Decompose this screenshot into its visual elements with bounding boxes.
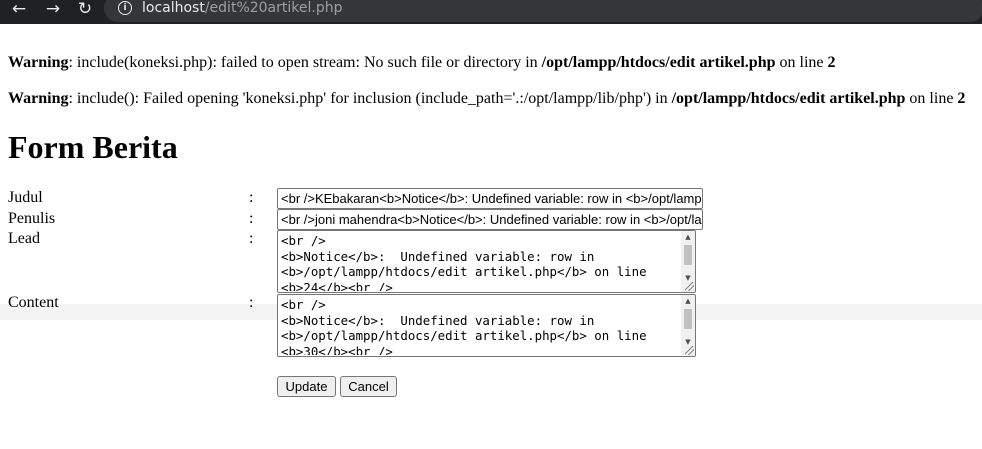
penulis-label: Penulis	[8, 210, 56, 227]
content-separator: :	[249, 294, 254, 311]
php-warning: Warning: include(): Failed opening 'kone…	[8, 90, 965, 108]
scroll-up-icon[interactable]: ▲	[681, 231, 695, 243]
warning-label: Warning	[8, 54, 69, 71]
arrow-left-icon[interactable]: ←	[8, 0, 30, 20]
browser-toolbar: ← → ↻ i localhost/edit%20artikel.php	[0, 0, 982, 24]
content-textarea[interactable]: <br /> <b>Notice</b>: Undefined variable…	[277, 294, 696, 357]
update-button[interactable]: Update	[277, 376, 336, 397]
judul-input[interactable]: <br />KEbakaran<b>Notice</b>: Undefined …	[277, 188, 703, 209]
warning-label: Warning	[8, 90, 69, 107]
warning-line: 2	[957, 90, 966, 107]
penulis-input[interactable]: <br />joni mahendra<b>Notice</b>: Undefi…	[277, 209, 703, 230]
lead-textarea[interactable]: <br /> <b>Notice</b>: Undefined variable…	[277, 230, 696, 293]
page-title: Form Berita	[8, 129, 178, 165]
url-path: /edit%20artikel.php	[204, 0, 343, 16]
warning-message: : include(): Failed opening 'koneksi.php…	[68, 90, 672, 107]
url-text[interactable]: localhost/edit%20artikel.php	[142, 0, 342, 16]
info-icon[interactable]: i	[118, 1, 132, 15]
resize-grip-icon[interactable]	[685, 282, 694, 291]
address-bar[interactable]: i localhost/edit%20artikel.php	[104, 0, 982, 22]
php-warning: Warning: include(koneksi.php): failed to…	[8, 54, 836, 72]
lead-separator: :	[249, 230, 254, 247]
scroll-thumb[interactable]	[684, 309, 692, 329]
warning-message: : include(koneksi.php): failed to open s…	[68, 54, 542, 71]
resize-grip-icon[interactable]	[685, 346, 694, 355]
scroll-thumb[interactable]	[684, 245, 692, 265]
judul-separator: :	[249, 189, 254, 206]
reload-icon[interactable]: ↻	[74, 0, 96, 20]
warning-file: /opt/lampp/htdocs/edit artikel.php	[671, 90, 906, 107]
lead-text: <br /> <b>Notice</b>: Undefined variable…	[281, 233, 647, 291]
warning-line: 2	[827, 54, 836, 71]
warning-line-text: on line	[775, 54, 828, 71]
scroll-up-icon[interactable]: ▲	[681, 295, 695, 307]
lead-label: Lead	[8, 230, 40, 247]
cancel-button[interactable]: Cancel	[340, 376, 397, 397]
content-label: Content	[8, 294, 59, 311]
arrow-right-icon[interactable]: →	[42, 0, 64, 20]
warning-file: /opt/lampp/htdocs/edit artikel.php	[541, 54, 776, 71]
penulis-separator: :	[249, 210, 254, 227]
warning-line-text: on line	[905, 90, 958, 107]
url-host: localhost	[142, 0, 205, 16]
judul-label: Judul	[8, 189, 43, 206]
content-text: <br /> <b>Notice</b>: Undefined variable…	[281, 297, 647, 355]
